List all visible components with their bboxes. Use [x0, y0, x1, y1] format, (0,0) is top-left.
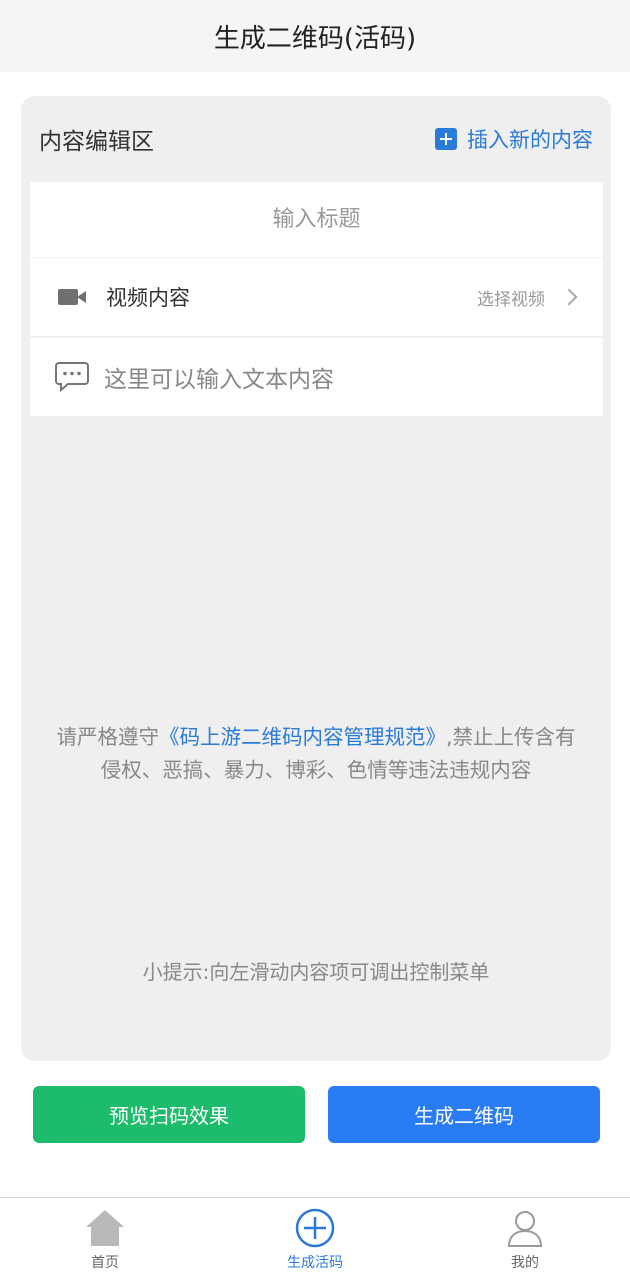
- tab-generate[interactable]: 生成活码: [210, 1198, 420, 1280]
- notice-prefix: 请严格遵守: [56, 725, 159, 749]
- home-icon: [86, 1210, 124, 1246]
- title-input[interactable]: [30, 207, 603, 232]
- policy-link[interactable]: 《码上游二维码内容管理规范》: [159, 725, 446, 749]
- page-header: 生成二维码(活码): [0, 0, 630, 72]
- user-icon: [507, 1211, 543, 1247]
- editor-header: 内容编辑区 插入新的内容: [21, 96, 611, 182]
- insert-content-label: 插入新的内容: [467, 128, 593, 152]
- tab-mine-label: 我的: [511, 1255, 539, 1271]
- text-row[interactable]: 这里可以输入文本内容: [30, 338, 603, 416]
- editor-title: 内容编辑区: [39, 129, 154, 155]
- swipe-tip: 小提示:向左滑动内容项可调出控制菜单: [142, 960, 490, 984]
- plus-square-icon: [435, 128, 457, 150]
- content-editor: 内容编辑区 插入新的内容 视频内容 选择视频 这里可以输入文本内容 请严格遵守《…: [21, 96, 611, 1061]
- content-policy-notice: 请严格遵守《码上游二维码内容管理规范》,禁止上传含有侵权、恶搞、暴力、博彩、色情…: [51, 721, 581, 787]
- plus-circle-icon: [295, 1208, 335, 1248]
- tab-home-label: 首页: [91, 1255, 119, 1271]
- bottom-tab-bar: 首页 生成活码 我的: [0, 1197, 630, 1280]
- tab-generate-label: 生成活码: [287, 1255, 343, 1271]
- tab-mine[interactable]: 我的: [420, 1198, 630, 1280]
- chevron-right-icon: [560, 288, 578, 306]
- video-row-label: 视频内容: [106, 286, 190, 310]
- title-row: [30, 182, 603, 257]
- tab-home[interactable]: 首页: [0, 1198, 210, 1280]
- chat-bubble-icon: [55, 362, 89, 393]
- insert-content-button[interactable]: 插入新的内容: [435, 124, 593, 154]
- select-video-link[interactable]: 选择视频: [477, 285, 545, 310]
- text-content-placeholder[interactable]: 这里可以输入文本内容: [104, 360, 334, 394]
- generate-qr-button[interactable]: 生成二维码: [328, 1086, 600, 1143]
- preview-scan-button[interactable]: 预览扫码效果: [33, 1086, 305, 1143]
- video-row[interactable]: 视频内容 选择视频: [30, 258, 603, 336]
- video-camera-icon: [58, 288, 88, 306]
- page-title: 生成二维码(活码): [213, 23, 417, 54]
